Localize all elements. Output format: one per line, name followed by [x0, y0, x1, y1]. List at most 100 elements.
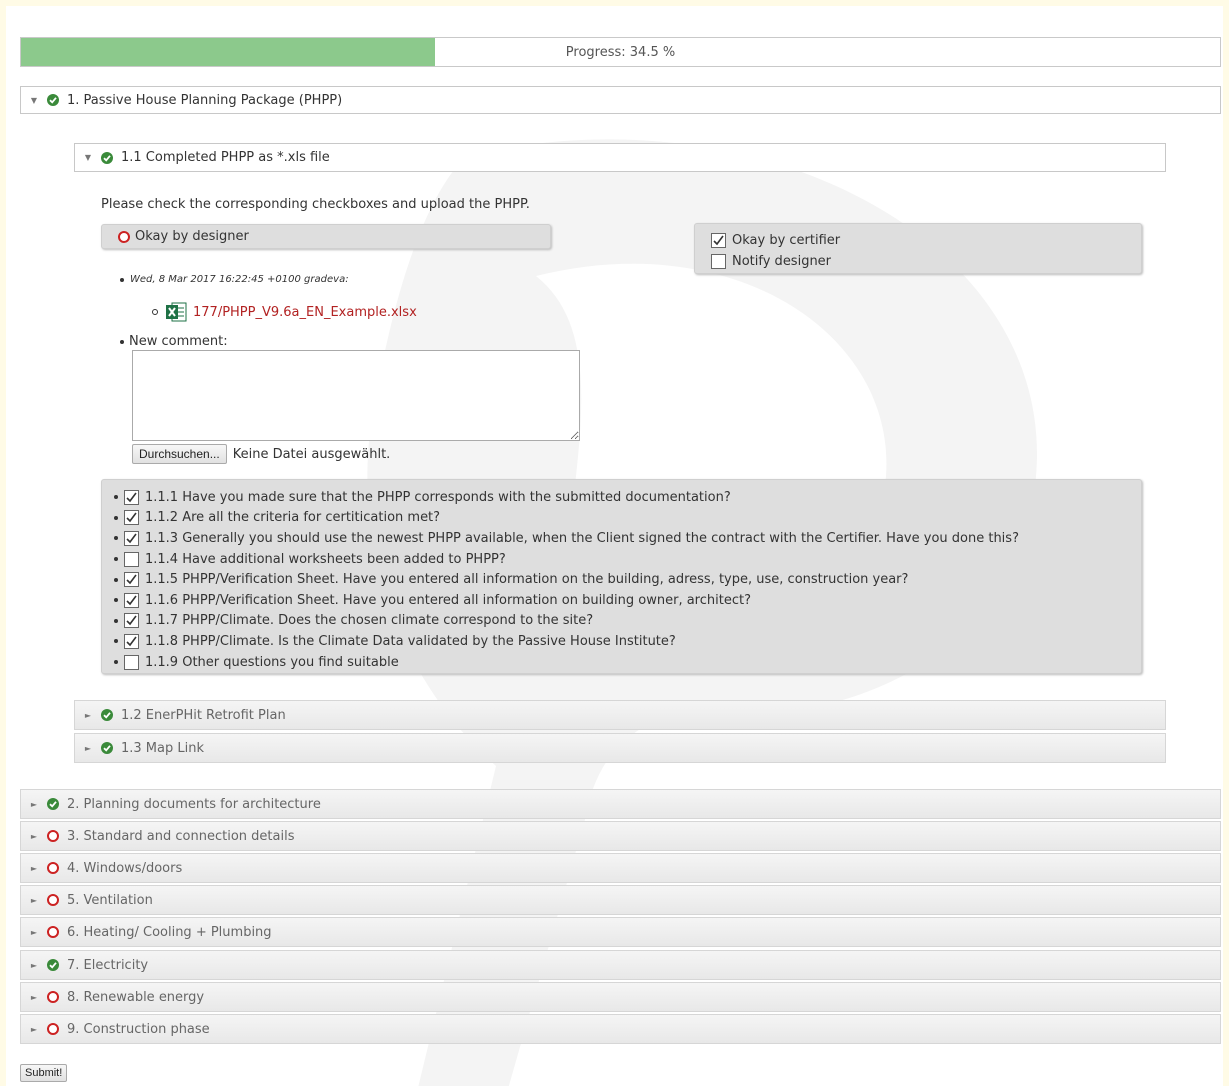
section-title: 3. Standard and connection details: [67, 828, 295, 844]
question-item: 1.1.8 PHPP/Climate. Is the Climate Data …: [114, 631, 1141, 652]
chevron-down-icon: ▼: [84, 153, 92, 162]
subsection-title: 1.3 Map Link: [121, 740, 204, 756]
section-header-1[interactable]: ▼ 1. Passive House Planning Package (PHP…: [20, 86, 1221, 114]
new-comment-label: New comment:: [129, 334, 228, 349]
question-item: 1.1.9 Other questions you find suitable: [114, 652, 1141, 673]
chevron-right-icon: ►: [30, 799, 38, 809]
section-header-9[interactable]: ► 9. Construction phase: [20, 1014, 1221, 1044]
attachment-link[interactable]: 177/PHPP_V9.6a_EN_Example.xlsx: [193, 305, 417, 320]
certifier-label: Okay by certifier: [732, 233, 841, 248]
subsection-header-1-1[interactable]: ▼ 1.1 Completed PHPP as *.xls file: [74, 143, 1166, 172]
chevron-down-icon: ▼: [30, 95, 38, 105]
status-error-icon: [45, 989, 61, 1005]
certifier-panel: Okay by certifier Notify designer: [694, 223, 1142, 274]
browse-button[interactable]: Durchsuchen...: [132, 444, 227, 464]
comment-meta-text: Wed, 8 Mar 2017 16:22:45 +0100 gradeva:: [130, 274, 349, 285]
comment-textarea[interactable]: [132, 350, 580, 441]
designer-label: Okay by designer: [135, 229, 249, 244]
designer-approval: Okay by designer: [101, 224, 551, 249]
chevron-right-icon: ►: [30, 895, 38, 905]
section-title: 7. Electricity: [67, 957, 149, 973]
status-error-icon: [45, 1021, 61, 1037]
section-header-3[interactable]: ► 3. Standard and connection details: [20, 821, 1221, 851]
subsection-header-1-2[interactable]: ► 1.2 EnerPHit Retrofit Plan: [74, 700, 1166, 730]
question-text: 1.1.8 PHPP/Climate. Is the Climate Data …: [145, 633, 676, 649]
question-text: 1.1.6 PHPP/Verification Sheet. Have you …: [145, 592, 751, 608]
section-title: 5. Ventilation: [67, 892, 153, 908]
status-ok-icon: [45, 957, 61, 973]
question-text: 1.1.4 Have additional worksheets been ad…: [145, 551, 506, 567]
notify-checkbox[interactable]: [711, 254, 726, 269]
question-item: 1.1.4 Have additional worksheets been ad…: [114, 549, 1141, 570]
question-checkbox[interactable]: [124, 510, 139, 526]
question-text: 1.1.1 Have you made sure that the PHPP c…: [145, 489, 731, 505]
progress-bar: Progress: 34.5 %: [20, 37, 1221, 67]
question-checkbox[interactable]: [124, 654, 139, 670]
status-error-icon: [116, 229, 132, 245]
question-checkbox[interactable]: [124, 551, 139, 567]
section-title: 2. Planning documents for architecture: [67, 796, 321, 812]
notify-designer-row[interactable]: Notify designer: [711, 251, 1141, 272]
chevron-right-icon: ►: [30, 992, 38, 1002]
question-checkbox[interactable]: [124, 633, 139, 649]
comment-meta: Wed, 8 Mar 2017 16:22:45 +0100 gradeva:: [120, 274, 349, 285]
question-checkbox[interactable]: [124, 613, 139, 629]
new-comment-item: New comment:: [120, 334, 228, 349]
chevron-right-icon: ►: [30, 1024, 38, 1034]
submit-button[interactable]: Submit!: [20, 1064, 68, 1082]
section-title: 6. Heating/ Cooling + Plumbing: [67, 924, 272, 940]
chevron-right-icon: ►: [84, 743, 92, 753]
section-title: 9. Construction phase: [67, 1021, 210, 1037]
status-ok-icon: [45, 796, 61, 812]
status-ok-icon: [99, 150, 115, 166]
status-error-icon: [45, 924, 61, 940]
question-list: 1.1.1 Have you made sure that the PHPP c…: [101, 479, 1142, 674]
certifier-checkbox[interactable]: [711, 233, 726, 248]
question-text: 1.1.5 PHPP/Verification Sheet. Have you …: [145, 572, 909, 588]
instruction-text: Please check the corresponding checkboxe…: [101, 197, 530, 212]
question-text: 1.1.9 Other questions you find suitable: [145, 654, 399, 670]
section-header-4[interactable]: ► 4. Windows/doors: [20, 853, 1221, 883]
question-item: 1.1.2 Are all the criteria for certitica…: [114, 508, 1141, 529]
section-header-5[interactable]: ► 5. Ventilation: [20, 885, 1221, 915]
status-ok-icon: [45, 92, 61, 108]
status-error-icon: [45, 860, 61, 876]
question-checkbox[interactable]: [124, 572, 139, 588]
question-item: 1.1.6 PHPP/Verification Sheet. Have you …: [114, 590, 1141, 611]
no-file-label: Keine Datei ausgewählt.: [232, 446, 391, 462]
question-text: 1.1.2 Are all the criteria for certitica…: [145, 510, 441, 526]
question-item: 1.1.1 Have you made sure that the PHPP c…: [114, 487, 1141, 508]
question-checkbox[interactable]: [124, 592, 139, 608]
subsection-title: 1.2 EnerPHit Retrofit Plan: [121, 707, 286, 723]
chevron-right-icon: ►: [30, 831, 38, 841]
question-checkbox[interactable]: [124, 489, 139, 505]
chevron-right-icon: ►: [30, 863, 38, 873]
section-header-8[interactable]: ► 8. Renewable energy: [20, 982, 1221, 1012]
file-picker: Durchsuchen... Keine Datei ausgewählt.: [132, 444, 390, 464]
status-error-icon: [45, 892, 61, 908]
section-header-7[interactable]: ► 7. Electricity: [20, 950, 1221, 980]
question-text: 1.1.7 PHPP/Climate. Does the chosen clim…: [145, 613, 594, 629]
section-title: 1. Passive House Planning Package (PHPP): [67, 92, 343, 108]
status-ok-icon: [99, 707, 115, 723]
section-title: 4. Windows/doors: [67, 860, 183, 876]
certifier-ok-row[interactable]: Okay by certifier: [711, 230, 1141, 251]
subsection-title: 1.1 Completed PHPP as *.xls file: [121, 150, 330, 165]
attachment-item: 177/PHPP_V9.6a_EN_Example.xlsx: [152, 302, 417, 322]
status-ok-icon: [99, 740, 115, 756]
question-text: 1.1.3 Generally you should use the newes…: [145, 530, 1019, 546]
notify-label: Notify designer: [732, 254, 832, 269]
progress-label: Progress: 34.5 %: [565, 44, 676, 60]
checklist-page: Progress: 34.5 % ▼ 1. Passive House Plan…: [6, 6, 1223, 1086]
section-header-2[interactable]: ► 2. Planning documents for architecture: [20, 789, 1221, 819]
chevron-right-icon: ►: [84, 710, 92, 720]
section-header-6[interactable]: ► 6. Heating/ Cooling + Plumbing: [20, 917, 1221, 947]
subsection-header-1-3[interactable]: ► 1.3 Map Link: [74, 733, 1166, 763]
chevron-right-icon: ►: [30, 960, 38, 970]
status-error-icon: [45, 828, 61, 844]
question-checkbox[interactable]: [124, 530, 139, 546]
section-title: 8. Renewable energy: [67, 989, 205, 1005]
question-item: 1.1.5 PHPP/Verification Sheet. Have you …: [114, 569, 1141, 590]
question-item: 1.1.7 PHPP/Climate. Does the chosen clim…: [114, 611, 1141, 632]
chevron-right-icon: ►: [30, 927, 38, 937]
